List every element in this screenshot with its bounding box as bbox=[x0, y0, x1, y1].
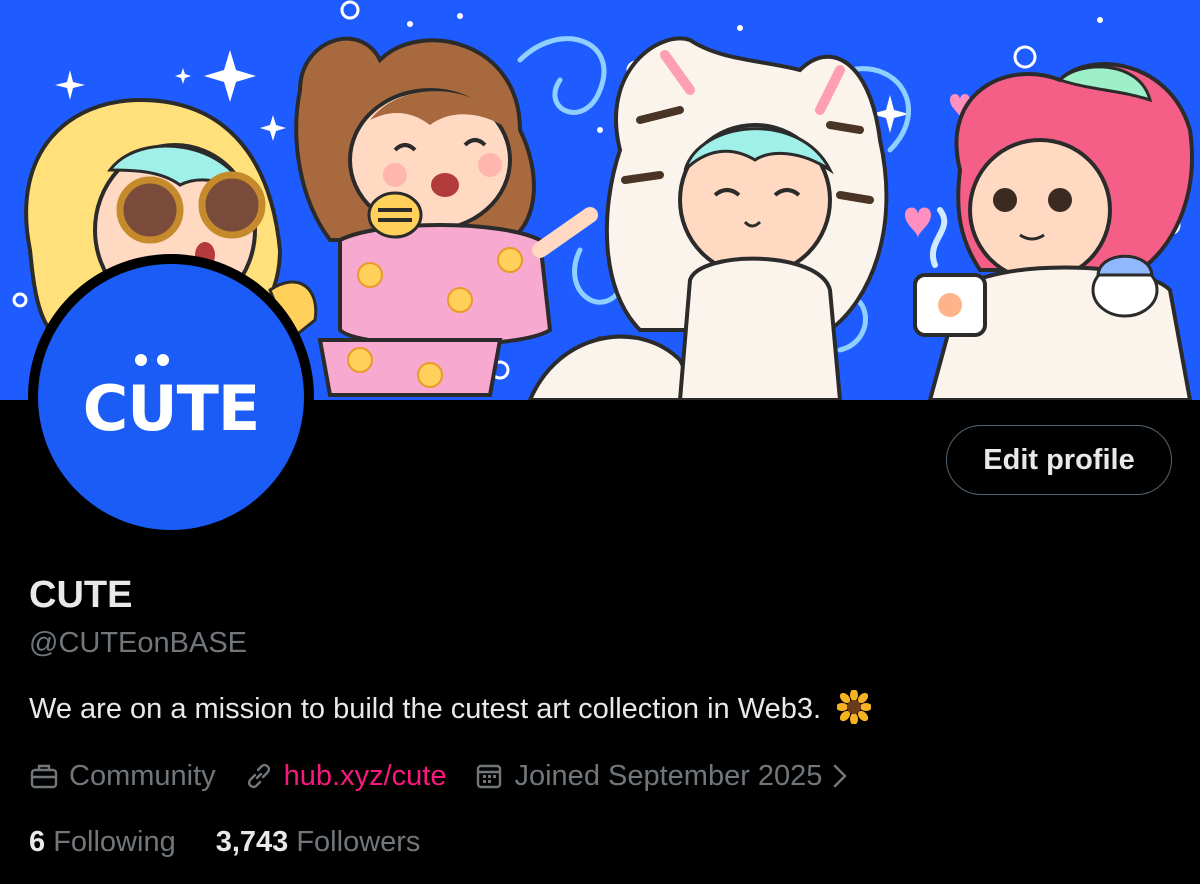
avatar-logo-text: CUTE bbox=[82, 371, 260, 445]
calendar-icon bbox=[477, 764, 502, 789]
following-count: 6 bbox=[29, 826, 46, 858]
sunflower-icon bbox=[837, 690, 872, 724]
avatar[interactable]: CUTE bbox=[38, 264, 304, 530]
bio-text: We are on a mission to build the cutest … bbox=[29, 693, 822, 725]
edit-profile-button[interactable]: Edit profile bbox=[946, 425, 1172, 495]
following-link[interactable]: 6 Following bbox=[29, 826, 176, 859]
following-label: Following bbox=[53, 826, 176, 858]
profile-link[interactable]: hub.xyz/cute bbox=[244, 760, 447, 793]
followers-link[interactable]: 3,743 Followers bbox=[216, 826, 421, 859]
follow-stats: 6 Following 3,743 Followers bbox=[29, 826, 460, 859]
followers-count: 3,743 bbox=[215, 826, 289, 858]
user-handle: @CUTEonBASE bbox=[29, 627, 248, 659]
briefcase-icon bbox=[30, 764, 58, 789]
chevron-right-icon[interactable] bbox=[832, 763, 848, 789]
link-icon bbox=[247, 763, 270, 789]
avatar-umlaut bbox=[134, 353, 175, 368]
joined-date: Joined September 2025 bbox=[514, 759, 823, 792]
profile-meta: Community hub.xyz/cute Joined September … bbox=[29, 755, 858, 797]
followers-label: Followers bbox=[296, 826, 421, 858]
avatar-logo: CUTE bbox=[82, 353, 260, 445]
profile-joined[interactable]: Joined September 2025 bbox=[474, 760, 858, 793]
category-label: Community bbox=[69, 759, 216, 792]
profile-link-text[interactable]: hub.xyz/cute bbox=[284, 760, 447, 793]
display-name: CUTE bbox=[29, 574, 133, 616]
profile-bio: We are on a mission to build the cutest … bbox=[29, 690, 872, 726]
profile-category: Community bbox=[29, 760, 216, 793]
